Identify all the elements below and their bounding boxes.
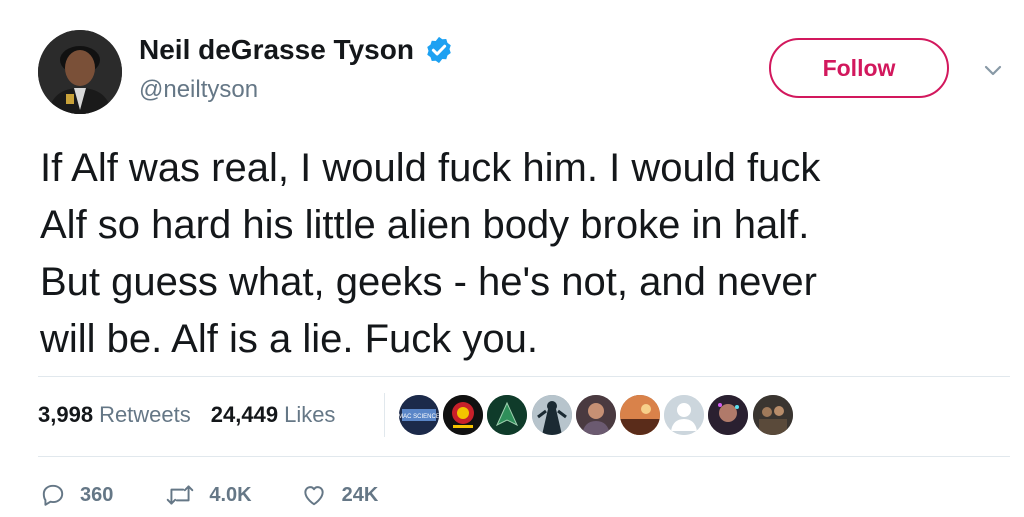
- likes-count: 24,449: [210, 402, 279, 427]
- mac-science-logo-text: MAC SCIENCE: [399, 414, 439, 420]
- liker-avatar-group[interactable]: [752, 395, 793, 435]
- person-avatar-icon: [38, 30, 122, 114]
- stats-top-divider: [38, 376, 1010, 377]
- stats-bottom-divider: [38, 456, 1010, 457]
- author-handle[interactable]: @neiltyson: [139, 76, 258, 104]
- reply-icon: [42, 484, 64, 506]
- retweet-action[interactable]: 4.0K: [165, 482, 252, 508]
- liker-avatar-red-logo[interactable]: [443, 395, 484, 435]
- author-avatar[interactable]: [38, 30, 122, 114]
- like-action[interactable]: 24K: [300, 482, 379, 508]
- display-name-text: Neil deGrasse Tyson: [139, 34, 414, 65]
- reply-count: 360: [80, 483, 114, 506]
- tweet-stats: 3,998 Retweets 24,449 Likes: [38, 398, 335, 432]
- like-count: 24K: [341, 483, 379, 506]
- tweet-text: If Alf was real, I would fuck him. I wou…: [40, 146, 821, 361]
- stats-vertical-divider: [384, 393, 385, 437]
- reply-action[interactable]: 360: [40, 482, 113, 508]
- likes-label: Likes: [284, 402, 336, 427]
- liker-avatar-mac-science[interactable]: MAC SCIENCE: [399, 395, 439, 435]
- retweets-count: 3,998: [38, 402, 94, 427]
- retweet-icon: [167, 485, 194, 505]
- liker-avatar-green-arrow[interactable]: [487, 395, 528, 435]
- retweets-label: Retweets: [99, 402, 191, 427]
- liker-avatar-landscape[interactable]: [619, 395, 660, 435]
- verified-badge-icon: [427, 36, 451, 64]
- liker-avatar-person[interactable]: [575, 395, 616, 435]
- liker-avatar-default[interactable]: [664, 395, 705, 435]
- retweets-stat[interactable]: 3,998 Retweets: [38, 402, 191, 428]
- follow-button[interactable]: Follow: [769, 38, 949, 98]
- chevron-down-icon[interactable]: [980, 58, 1006, 82]
- retweet-count: 4.0K: [209, 483, 252, 506]
- liker-avatar-dark[interactable]: [708, 395, 749, 435]
- likes-stat[interactable]: 24,449 Likes: [211, 402, 336, 428]
- liker-avatar-figure[interactable]: [531, 395, 572, 435]
- tweet-actions: 360 4.0K 24K: [40, 478, 378, 512]
- author-display-name[interactable]: Neil deGrasse Tyson: [139, 34, 454, 66]
- liker-avatars: MAC SCIENCE: [399, 395, 797, 435]
- heart-icon: [303, 486, 324, 506]
